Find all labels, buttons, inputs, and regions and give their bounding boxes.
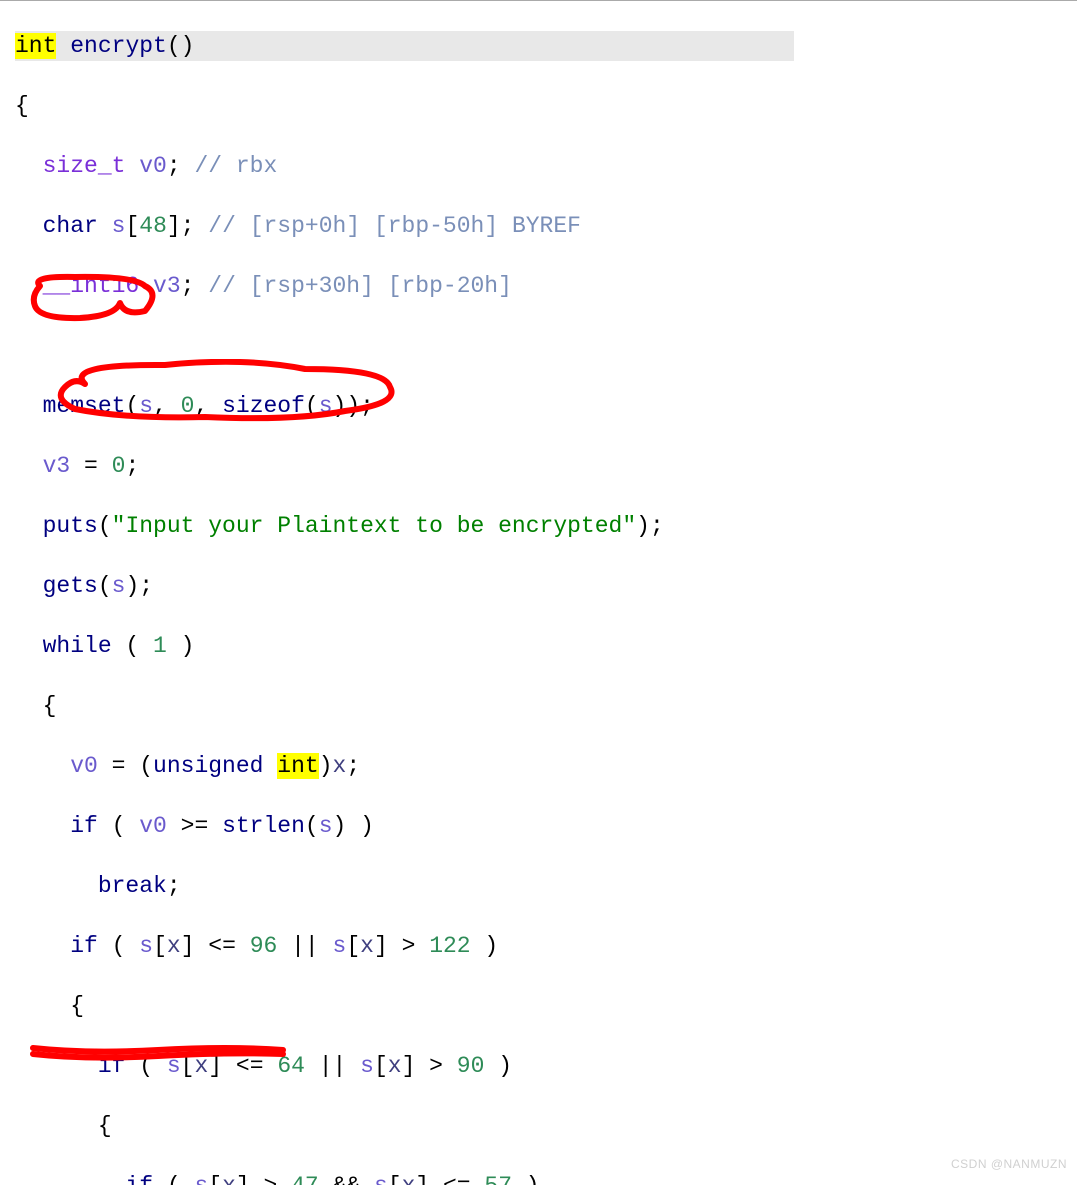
code-line: v0 = (unsigned int)x;	[15, 751, 794, 781]
code-line: int encrypt()	[15, 31, 794, 61]
code-line: memset(s, 0, sizeof(s));	[15, 391, 794, 421]
code-block: int encrypt() { size_t v0; // rbx char s…	[15, 1, 794, 1185]
code-line: size_t v0; // rbx	[15, 151, 794, 181]
code-line: __int16 v3; // [rsp+30h] [rbp-20h]	[15, 271, 794, 301]
code-line: {	[15, 1111, 794, 1141]
hl-int: int	[15, 33, 56, 59]
code-line: v3 = 0;	[15, 451, 794, 481]
code-line: if ( s[x] <= 96 || s[x] > 122 )	[15, 931, 794, 961]
code-line: {	[15, 991, 794, 1021]
code-line: {	[15, 691, 794, 721]
code-line: if ( s[x] <= 64 || s[x] > 90 )	[15, 1051, 794, 1081]
code-editor[interactable]: int encrypt() { size_t v0; // rbx char s…	[0, 0, 1077, 1185]
code-line: puts("Input your Plaintext to be encrypt…	[15, 511, 794, 541]
code-line: break;	[15, 871, 794, 901]
code-line: while ( 1 )	[15, 631, 794, 661]
code-line: {	[15, 91, 794, 121]
watermark: CSDN @NANMUZN	[951, 1149, 1067, 1179]
code-line	[15, 331, 794, 361]
code-line: if ( v0 >= strlen(s) )	[15, 811, 794, 841]
code-line: gets(s);	[15, 571, 794, 601]
code-line: char s[48]; // [rsp+0h] [rbp-50h] BYREF	[15, 211, 794, 241]
code-line: if ( s[x] > 47 && s[x] <= 57 )	[15, 1171, 794, 1185]
